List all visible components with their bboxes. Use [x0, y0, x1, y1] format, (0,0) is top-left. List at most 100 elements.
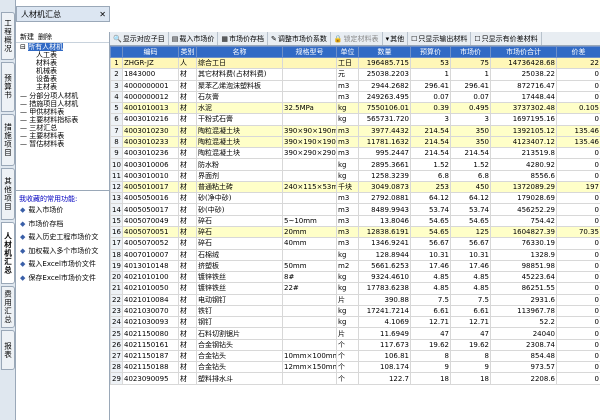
table-cell[interactable]: 个 — [336, 338, 359, 351]
table-cell[interactable] — [282, 203, 337, 216]
table-cell[interactable]: 6.61 — [410, 304, 451, 318]
table-cell[interactable]: 390×90×190mm — [282, 124, 337, 137]
table-cell[interactable]: 25038.2203 — [358, 68, 411, 81]
table-row[interactable]: 29 4023090095 材塑料排水斗个 122.7 18 18 2208.6 0 — [110, 372, 600, 385]
table-cell[interactable]: m2 — [336, 259, 359, 273]
new-button[interactable]: 新建 — [20, 32, 34, 42]
column-header[interactable]: 类别 — [178, 46, 197, 58]
table-cell[interactable]: 0 — [556, 68, 600, 81]
table-row[interactable]: 5 4001010013 材水泥 32.5MPa kg 7550106.01 0.39 0.4… — [110, 102, 600, 115]
table-cell[interactable]: 17.46 — [410, 259, 451, 273]
table-cell[interactable]: 材 — [178, 124, 197, 137]
table-cell[interactable]: 390×190×190mm — [282, 135, 337, 149]
table-cell[interactable]: 材 — [178, 203, 197, 216]
table-cell[interactable]: kg — [336, 169, 359, 182]
table-cell[interactable]: 19.62 — [450, 338, 491, 351]
table-cell[interactable]: 个 — [336, 349, 359, 363]
table-cell[interactable]: 4003010230 — [122, 124, 179, 137]
table-cell[interactable]: 0 — [556, 282, 600, 295]
table-cell[interactable]: 390.88 — [358, 293, 411, 306]
toolbar-button-1[interactable]: ▤ 载入市场价 — [169, 32, 219, 45]
table-cell[interactable]: 4.85 — [450, 282, 491, 295]
table-cell[interactable]: 565731.720 — [358, 113, 411, 126]
table-cell[interactable]: 0 — [556, 90, 600, 104]
table-cell[interactable]: 水泥 — [196, 102, 283, 115]
table-cell[interactable]: 4.85 — [450, 271, 491, 284]
table-cell[interactable]: 9 — [450, 361, 491, 374]
table-cell[interactable]: 854.48 — [490, 349, 557, 363]
table-cell[interactable] — [282, 372, 337, 385]
table-cell[interactable]: 3049.0873 — [358, 180, 411, 194]
table-cell[interactable]: 973.57 — [490, 361, 557, 374]
column-header[interactable]: 市场价合计 — [490, 46, 557, 58]
table-cell[interactable]: 2308.74 — [490, 338, 557, 351]
table-cell[interactable]: 28 — [110, 361, 123, 374]
table-cell[interactable]: 213519.8 — [490, 147, 557, 160]
table-cell[interactable]: 0.39 — [410, 102, 451, 115]
table-cell[interactable]: 7550106.01 — [358, 102, 411, 115]
table-cell[interactable]: 76330.19 — [490, 237, 557, 250]
table-cell[interactable]: 52.2 — [490, 316, 557, 329]
table-cell[interactable]: 54.65 — [450, 214, 491, 227]
tree-item[interactable]: 人工表 — [16, 51, 109, 59]
table-cell[interactable]: 1697195.16 — [490, 113, 557, 126]
table-cell[interactable]: 214.54 — [410, 147, 451, 160]
delete-button[interactable]: 删除 — [38, 32, 52, 42]
table-row[interactable]: 2 1843000 材其它材料费(占材料费) 元 25038.2203 1 1 25038.2… — [110, 68, 600, 81]
table-cell[interactable]: 4007010007 — [122, 248, 179, 261]
table-cell[interactable]: kg — [336, 271, 359, 284]
table-row[interactable]: 19 4013010148 材挤塑板 50mm m2 5661.6253 17.46 17.4… — [110, 259, 600, 273]
table-cell[interactable]: 0 — [556, 372, 600, 385]
table-cell[interactable]: 12.71 — [450, 316, 491, 329]
table-cell[interactable]: 材 — [178, 192, 197, 205]
table-cell[interactable]: 12 — [110, 180, 123, 194]
table-cell[interactable]: 7.5 — [450, 293, 491, 306]
table-cell[interactable]: 17241.7214 — [358, 304, 411, 318]
column-header[interactable]: 价差 — [556, 46, 600, 58]
table-cell[interactable]: 75 — [450, 56, 491, 70]
table-cell[interactable]: 18 — [450, 372, 491, 385]
table-cell[interactable]: 117.673 — [358, 338, 411, 351]
table-cell[interactable]: 材 — [178, 135, 197, 149]
table-cell[interactable]: 0 — [556, 113, 600, 126]
table-cell[interactable]: 113967.78 — [490, 304, 557, 318]
table-cell[interactable]: 11 — [110, 169, 123, 182]
table-cell[interactable]: kg — [336, 158, 359, 171]
table-cell[interactable]: 0 — [556, 349, 600, 363]
table-cell[interactable]: 材 — [178, 316, 197, 329]
table-cell[interactable]: 干粉式石膏 — [196, 113, 283, 126]
table-cell[interactable]: 2 — [110, 68, 123, 81]
table-cell[interactable]: 53.74 — [410, 203, 451, 216]
table-row[interactable]: 16 4005070051 材碎石 20mm m3 12838.6191 54.65 125 1… — [110, 225, 600, 239]
table-cell[interactable]: 4013010148 — [122, 259, 179, 273]
table-cell[interactable]: 70.35 — [556, 225, 600, 239]
table-cell[interactable] — [282, 169, 337, 182]
table-cell[interactable]: 0 — [556, 361, 600, 374]
table-cell[interactable]: 390×290×290mm — [282, 147, 337, 160]
table-cell[interactable]: 千块 — [336, 180, 359, 194]
table-cell[interactable]: 2895.3661 — [358, 158, 411, 171]
table-cell[interactable]: 0 — [556, 79, 600, 92]
table-cell[interactable]: 4000000001 — [122, 79, 179, 92]
table-cell[interactable]: 2208.6 — [490, 372, 557, 385]
table-cell[interactable]: 材 — [178, 180, 197, 194]
table-cell[interactable]: 6 — [110, 113, 123, 126]
table-cell[interactable]: 材 — [178, 349, 197, 363]
table-cell[interactable]: 20mm — [282, 225, 337, 239]
table-cell[interactable]: 材 — [178, 79, 197, 92]
table-cell[interactable]: 14 — [110, 203, 123, 216]
table-cell[interactable]: 8556.6 — [490, 169, 557, 182]
table-cell[interactable]: 10 — [110, 158, 123, 171]
table-cell[interactable]: 10.31 — [450, 248, 491, 261]
table-cell[interactable]: 86251.55 — [490, 282, 557, 295]
table-cell[interactable]: m3 — [336, 147, 359, 160]
table-cell[interactable]: 4003010236 — [122, 147, 179, 160]
table-cell[interactable]: 0 — [556, 203, 600, 216]
table-cell[interactable] — [282, 56, 337, 70]
side-tab-0[interactable]: 工程概况 — [1, 12, 15, 60]
table-cell[interactable]: 350 — [450, 124, 491, 137]
table-cell[interactable]: 450 — [450, 180, 491, 194]
table-cell[interactable]: m3 — [336, 135, 359, 149]
tree-item[interactable]: 材料表 — [16, 59, 109, 67]
table-cell[interactable]: 材 — [178, 147, 197, 160]
